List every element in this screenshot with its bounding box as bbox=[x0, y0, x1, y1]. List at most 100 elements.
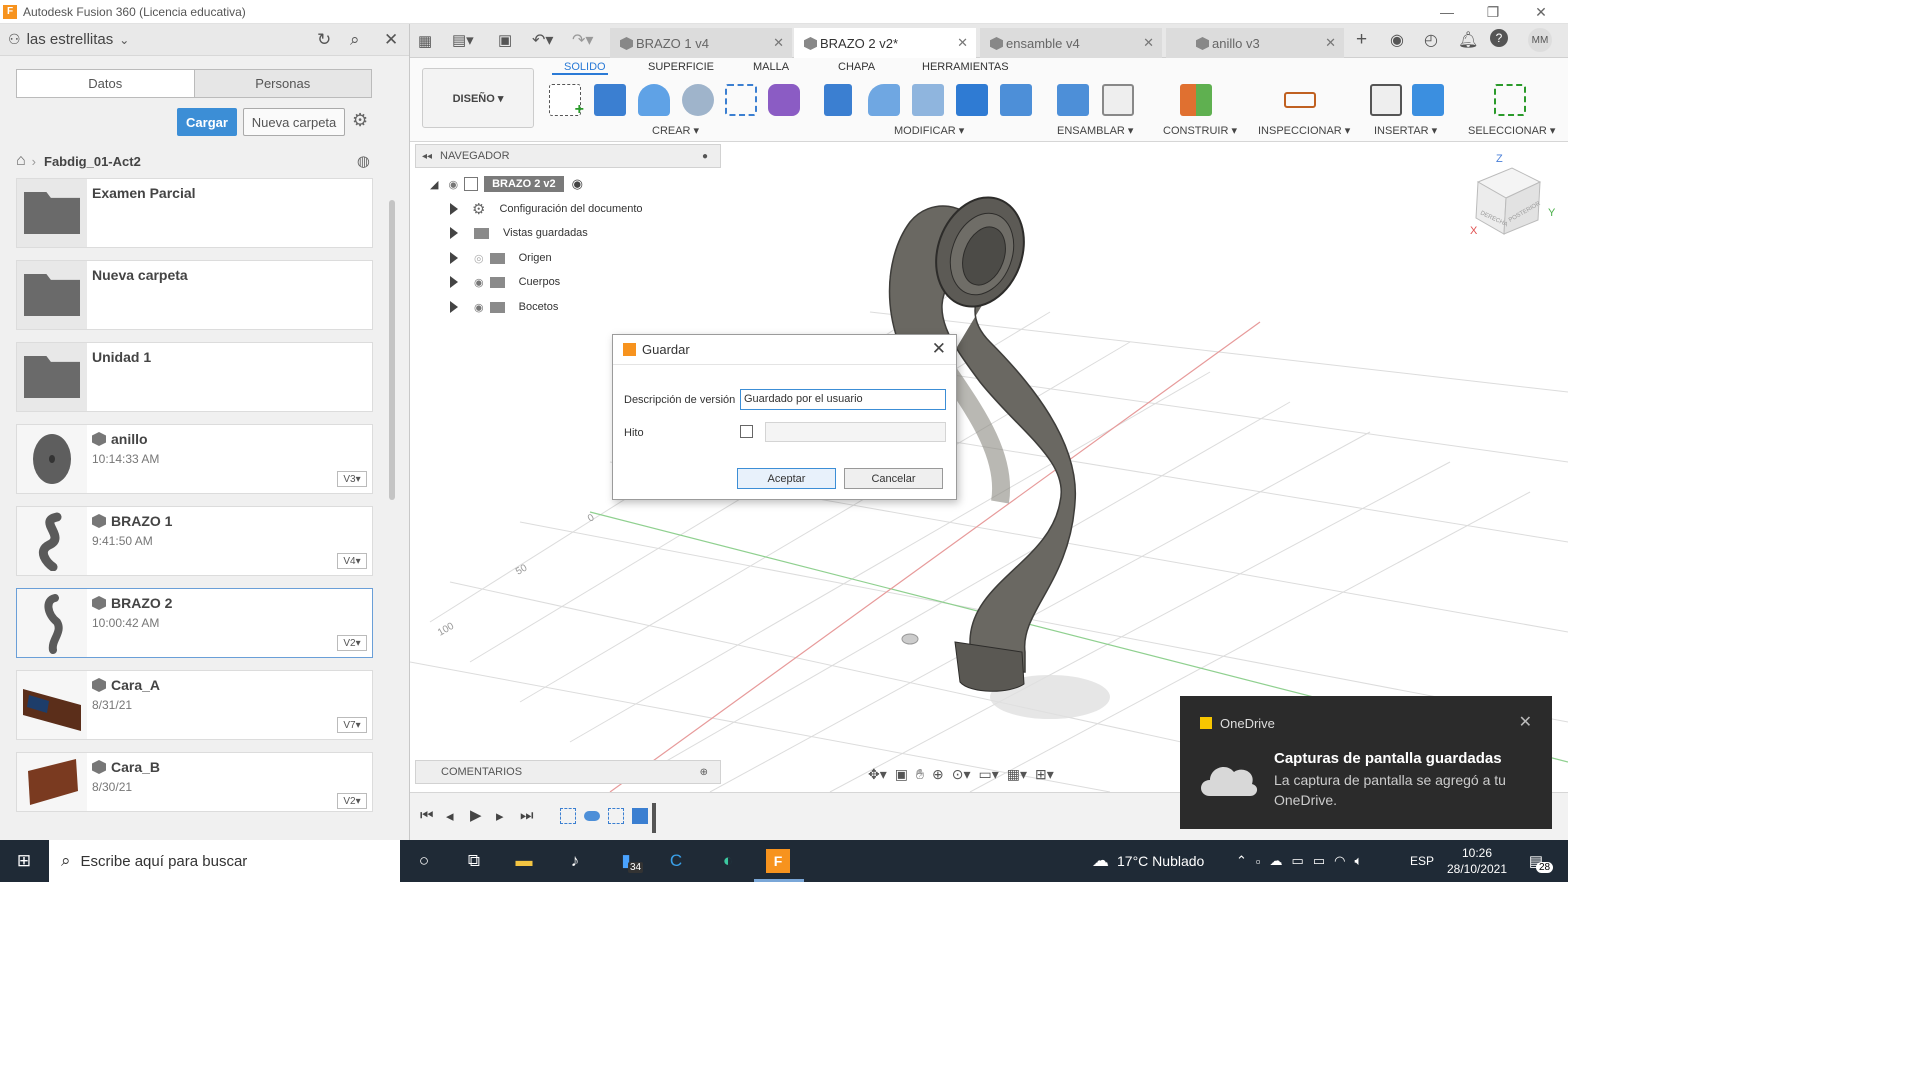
new-component-icon[interactable] bbox=[1057, 84, 1089, 116]
project-name[interactable]: las estrellitas bbox=[27, 31, 114, 48]
pan-icon[interactable]: ✋︎ bbox=[916, 766, 924, 783]
list-item[interactable]: Cara_A 8/31/21 V7▾ bbox=[16, 670, 373, 740]
expand-triangle-icon[interactable] bbox=[450, 301, 458, 313]
tree-node[interactable]: Vistas guardadas bbox=[450, 222, 588, 244]
data-panel-scrollbar[interactable] bbox=[389, 200, 395, 500]
restore-button[interactable]: ❐ bbox=[1470, 0, 1516, 24]
expand-triangle-icon[interactable] bbox=[450, 203, 458, 215]
timeline-shell-icon[interactable] bbox=[632, 808, 648, 824]
chevron-down-icon[interactable]: ⌄ bbox=[119, 33, 129, 47]
hole-icon[interactable] bbox=[682, 84, 714, 116]
cancel-button[interactable]: Cancelar bbox=[844, 468, 943, 489]
radio-icon[interactable]: ◉ bbox=[572, 176, 583, 192]
chamfer-icon[interactable] bbox=[912, 84, 944, 116]
minimize-button[interactable]: — bbox=[1424, 0, 1470, 24]
timeline-sweep-icon[interactable] bbox=[584, 811, 600, 821]
tree-root[interactable]: ◢ ◉ BRAZO 2 v2 ◉ bbox=[430, 173, 583, 195]
taskbar-search-box[interactable]: ⌕ Escribe aquí para buscar bbox=[49, 840, 400, 882]
display-settings-icon[interactable]: ▭▾ bbox=[978, 766, 998, 783]
measure-icon[interactable] bbox=[1284, 92, 1316, 108]
timeline-marker[interactable] bbox=[652, 803, 656, 833]
eye-icon[interactable]: ◉ bbox=[474, 301, 484, 314]
help-icon[interactable]: ? bbox=[1490, 29, 1508, 47]
list-item[interactable]: Cara_B 8/30/21 V2▾ bbox=[16, 752, 373, 812]
tiktok-icon[interactable]: ♪ bbox=[563, 849, 587, 873]
previous-step-icon[interactable]: ◂ bbox=[446, 807, 454, 825]
version-badge[interactable]: V2▾ bbox=[337, 793, 367, 809]
onedrive-notification[interactable]: OneDrive ✕ Capturas de pantalla guardada… bbox=[1180, 696, 1552, 829]
job-status-icon[interactable]: ◴ bbox=[1424, 30, 1438, 50]
task-view-icon[interactable]: ⧉ bbox=[462, 849, 486, 873]
new-tab-icon[interactable]: + bbox=[1356, 29, 1367, 51]
close-window-button[interactable]: ✕ bbox=[1518, 0, 1564, 24]
list-item[interactable]: BRAZO 1 9:41:50 AM V4▾ bbox=[16, 506, 373, 576]
form-icon[interactable] bbox=[768, 84, 800, 116]
dialog-header[interactable]: Guardar ✕ bbox=[613, 335, 956, 365]
look-at-icon[interactable]: ▣ bbox=[895, 766, 908, 783]
avatar[interactable]: MM bbox=[1528, 28, 1552, 52]
extensions-icon[interactable]: ◉ bbox=[1390, 30, 1404, 50]
wifi-icon[interactable]: ◠ bbox=[1334, 853, 1345, 869]
cortana-icon[interactable]: ○ bbox=[412, 849, 436, 873]
tab-datos[interactable]: Datos bbox=[17, 70, 195, 97]
file-explorer-icon[interactable]: ▬ bbox=[512, 849, 536, 873]
list-item[interactable]: Examen Parcial bbox=[16, 178, 373, 248]
fusion-taskbar-icon[interactable]: F bbox=[766, 849, 790, 873]
edge-icon[interactable]: ◐ bbox=[716, 849, 740, 873]
pin-icon[interactable]: ● bbox=[702, 151, 708, 162]
joint-icon[interactable] bbox=[1102, 84, 1134, 116]
undo-icon[interactable]: ↶▾ bbox=[532, 30, 553, 50]
collapse-triangle-icon[interactable]: ◢ bbox=[430, 178, 438, 191]
close-icon[interactable]: ✕ bbox=[1519, 712, 1532, 732]
project-header[interactable]: ⚇ las estrellitas ⌄ ↻ ⌕ ✕ bbox=[0, 24, 409, 56]
list-item[interactable]: BRAZO 2 10:00:42 AM V2▾ bbox=[16, 588, 373, 658]
close-icon[interactable]: ✕ bbox=[1325, 35, 1336, 51]
group-inspeccionar[interactable]: INSPECCIONAR ▾ bbox=[1258, 124, 1350, 137]
next-step-icon[interactable]: ▸ bbox=[496, 807, 504, 825]
tree-node[interactable]: ◉ Cuerpos bbox=[450, 271, 560, 293]
expand-triangle-icon[interactable] bbox=[450, 276, 458, 288]
display-icon[interactable]: ▭ bbox=[1292, 853, 1304, 869]
group-seleccionar[interactable]: SELECCIONAR ▾ bbox=[1468, 124, 1555, 137]
insert-image-icon[interactable] bbox=[1412, 84, 1444, 116]
weather-widget[interactable]: ☁ 17°C Nublado bbox=[1092, 840, 1204, 882]
tree-node[interactable]: ◎ Origen bbox=[450, 247, 552, 269]
extrude-icon[interactable] bbox=[594, 84, 626, 116]
redo-icon[interactable]: ↷▾ bbox=[572, 30, 593, 50]
pattern-icon[interactable] bbox=[725, 84, 757, 116]
meet-now-icon[interactable]: ▫ bbox=[1256, 854, 1261, 869]
close-icon[interactable]: ✕ bbox=[957, 35, 968, 51]
comments-panel-header[interactable]: COMENTARIOS ⊕ bbox=[415, 760, 721, 784]
new-folder-button[interactable]: Nueva carpeta bbox=[243, 108, 345, 136]
group-insertar[interactable]: INSERTAR ▾ bbox=[1374, 124, 1437, 137]
group-construir[interactable]: CONSTRUIR ▾ bbox=[1163, 124, 1237, 137]
tab-personas[interactable]: Personas bbox=[194, 70, 371, 97]
combine-icon[interactable] bbox=[1000, 84, 1032, 116]
insert-derive-icon[interactable] bbox=[1370, 84, 1402, 116]
tab-chapa[interactable]: CHAPA bbox=[838, 61, 875, 73]
tab-brazo-1[interactable]: BRAZO 1 v4 ✕ bbox=[610, 28, 792, 58]
close-icon[interactable]: ✕ bbox=[1143, 35, 1154, 51]
add-comment-icon[interactable]: ⊕ bbox=[700, 767, 708, 778]
viewports-icon[interactable]: ⊞▾ bbox=[1035, 766, 1054, 783]
chevron-up-icon[interactable]: ⌃ bbox=[1236, 853, 1247, 869]
close-icon[interactable]: ✕ bbox=[773, 35, 784, 51]
expand-triangle-icon[interactable] bbox=[450, 252, 458, 264]
grid-settings-icon[interactable]: ▦▾ bbox=[1007, 766, 1027, 783]
select-icon[interactable] bbox=[1494, 84, 1526, 116]
first-step-icon[interactable]: ⏮︎ bbox=[420, 807, 434, 824]
language-indicator[interactable]: ESP bbox=[1410, 840, 1434, 882]
eye-hidden-icon[interactable]: ◎ bbox=[474, 252, 484, 265]
list-item[interactable]: anillo 10:14:33 AM V3▾ bbox=[16, 424, 373, 494]
tree-node[interactable]: ◉ Bocetos bbox=[450, 296, 558, 318]
fillet-icon[interactable] bbox=[868, 84, 900, 116]
play-icon[interactable]: ▶ bbox=[470, 806, 482, 824]
fit-icon[interactable]: ⊙▾ bbox=[952, 766, 971, 783]
version-badge[interactable]: V7▾ bbox=[337, 717, 367, 733]
windows-start-icon[interactable]: ⊞ bbox=[12, 849, 36, 873]
refresh-icon[interactable]: ↻ bbox=[317, 30, 331, 50]
milestone-checkbox[interactable] bbox=[740, 425, 753, 438]
notifications-icon[interactable]: 🔔︎ bbox=[1458, 30, 1478, 50]
group-modificar[interactable]: MODIFICAR ▾ bbox=[894, 124, 964, 137]
orbit-icon[interactable]: ✥▾ bbox=[868, 766, 887, 783]
